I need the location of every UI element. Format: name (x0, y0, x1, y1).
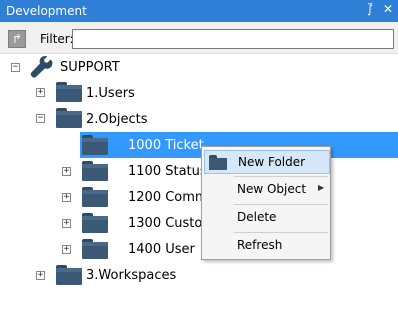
submenu-arrow-icon: ▶ (318, 183, 325, 192)
menu-item-label: Delete (237, 210, 277, 224)
tree-label-ticket[interactable]: 1000 Ticket (128, 138, 204, 153)
tree-expander-objects[interactable]: − (36, 114, 45, 123)
tree-expander-user[interactable]: + (62, 245, 71, 254)
panel-title-bar: Development ⨛ ✕ (0, 0, 398, 22)
tree-label-objects[interactable]: 2.Objects (86, 112, 148, 127)
tree-label-workspaces[interactable]: 3.Workspaces (86, 268, 176, 283)
folder-icon (82, 161, 108, 181)
menu-separator (234, 176, 328, 177)
object-tree: − SUPPORT + 1.Users − 2.Objects 1000 Tic… (0, 54, 398, 319)
tree-expander-workspaces[interactable]: + (36, 271, 45, 280)
tree-expander-users[interactable]: + (36, 88, 45, 97)
context-menu: New Folder New Object ▶ Delete Refresh (201, 146, 331, 260)
tree-expander-status[interactable]: + (62, 167, 71, 176)
folder-icon (82, 187, 108, 207)
folder-icon (56, 265, 82, 285)
menu-item-label: New Folder (238, 155, 306, 169)
pin-icon[interactable]: ⨛ (364, 3, 376, 17)
menu-separator (234, 232, 328, 233)
tree-expander-comm[interactable]: + (62, 193, 71, 202)
filter-bar: ↱ Filter: (0, 22, 398, 54)
menu-item-delete[interactable]: Delete (204, 206, 330, 230)
menu-item-refresh[interactable]: Refresh (204, 234, 330, 258)
tree-label-status[interactable]: 1100 Status (128, 164, 207, 179)
filter-input[interactable] (72, 29, 394, 49)
close-icon[interactable]: ✕ (382, 2, 394, 18)
folder-icon (82, 239, 108, 259)
tree-label-users[interactable]: 1.Users (86, 86, 135, 101)
folder-icon (82, 213, 108, 233)
tree-label-custo[interactable]: 1300 Custo (128, 216, 202, 231)
tree-expander-support[interactable]: − (11, 63, 20, 72)
tree-expander-custo[interactable]: + (62, 219, 71, 228)
tree-label-comm[interactable]: 1200 Comm (128, 190, 208, 205)
folder-icon (82, 135, 108, 155)
menu-item-label: Refresh (237, 238, 283, 252)
filter-action-button[interactable]: ↱ (8, 30, 26, 48)
wrench-icon (30, 55, 54, 80)
menu-item-new-object[interactable]: New Object ▶ (204, 178, 330, 202)
menu-separator (234, 204, 328, 205)
menu-item-label: New Object (237, 182, 307, 196)
folder-icon (209, 155, 227, 170)
menu-item-new-folder[interactable]: New Folder (204, 150, 330, 174)
folder-icon (56, 108, 82, 128)
folder-icon (56, 82, 82, 102)
filter-label: Filter: (40, 32, 74, 46)
panel-title: Development (6, 4, 87, 18)
tree-label-support[interactable]: SUPPORT (60, 60, 120, 75)
tree-label-user[interactable]: 1400 User (128, 242, 195, 257)
